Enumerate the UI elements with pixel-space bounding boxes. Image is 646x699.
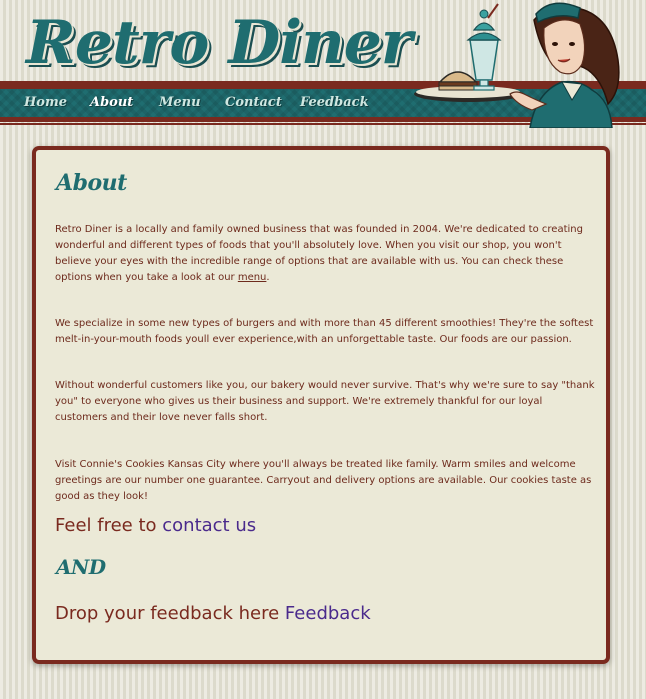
menu-link[interactable]: menu [238, 272, 267, 283]
feedback-line-prefix: Drop your feedback here [55, 603, 285, 624]
nav-item-contact[interactable]: Contact [225, 95, 282, 110]
page-title: About [56, 170, 127, 196]
about-paragraph-3: Without wonderful customers like you, ou… [55, 380, 595, 423]
milkshake-icon [466, 3, 502, 91]
and-heading: AND [56, 555, 106, 579]
waitress-illustration [414, 2, 620, 128]
contact-us-link[interactable]: contact us [162, 515, 256, 536]
nav-item-feedback[interactable]: Feedback [300, 95, 369, 110]
about-paragraph-1: Retro Diner is a locally and family owne… [55, 222, 595, 286]
about-paragraph-1-end: . [266, 272, 270, 283]
contact-line: Feel free to contact us [55, 515, 256, 536]
about-paragraph-1-text: Retro Diner is a locally and family owne… [55, 224, 583, 283]
nav-item-menu[interactable]: Menu [159, 95, 201, 110]
contact-line-prefix: Feel free to [55, 515, 163, 536]
about-paragraph-2: We specialize in some new types of burge… [55, 318, 594, 345]
site-logo[interactable]: Retro Diner [26, 8, 413, 78]
burger-icon [438, 71, 478, 91]
about-paragraph-4: Visit Connie's Cookies Kansas City where… [55, 459, 592, 502]
nav-item-about[interactable]: About [90, 95, 133, 110]
nav-item-home[interactable]: Home [24, 95, 67, 110]
feedback-link[interactable]: Feedback [285, 603, 371, 624]
face-shape [543, 19, 586, 75]
feedback-line: Drop your feedback here Feedback [55, 603, 371, 624]
